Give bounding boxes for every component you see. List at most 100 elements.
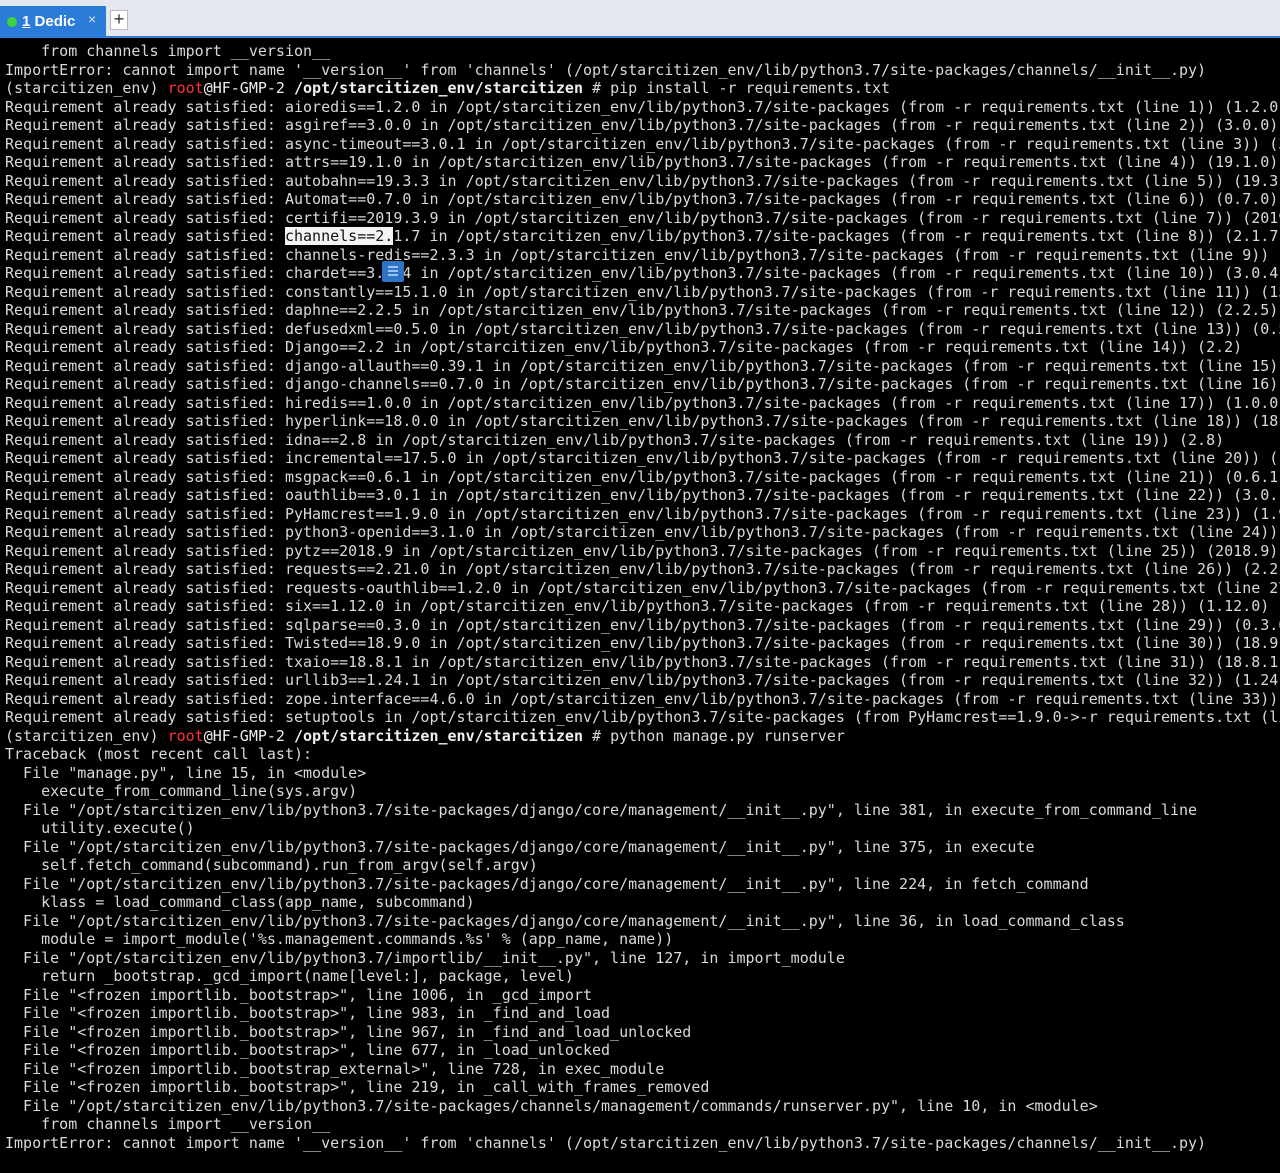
line-text: module = import_module('%s.management.co… [5, 930, 674, 948]
line-text: Requirement already satisfied: autobahn=… [5, 171, 1280, 190]
terminal-line: Requirement already satisfied: hiredis==… [5, 394, 1280, 413]
terminal-line: File "<frozen importlib._bootstrap>", li… [5, 1041, 1280, 1060]
prompt-env: (starcitizen_env) [5, 79, 159, 97]
terminal-line: Requirement already satisfied: autobahn=… [5, 172, 1280, 191]
terminal-line: Requirement already satisfied: Automat==… [5, 190, 1280, 209]
terminal-line: Requirement already satisfied: idna==2.8… [5, 431, 1280, 450]
terminal-line: File "<frozen importlib._bootstrap>", li… [5, 1023, 1280, 1042]
terminal-line: utility.execute() [5, 819, 1280, 838]
line-text: Requirement already satisfied: django-al… [5, 356, 1280, 375]
terminal-line: Requirement already satisfied: async-tim… [5, 135, 1280, 154]
line-text: Requirement already satisfied: defusedxm… [5, 319, 1280, 338]
line-text: File "manage.py", line 15, in <module> [5, 763, 367, 782]
line-text: Requirement already satisfied: django-ch… [5, 375, 1280, 393]
terminal-line: File "/opt/starcitizen_env/lib/python3.7… [5, 875, 1280, 894]
status-dot-icon [7, 17, 17, 27]
terminal-line: Requirement already satisfied: certifi==… [5, 209, 1280, 228]
line-text: from channels import __version__ [5, 42, 331, 60]
line-text: File "/opt/starcitizen_env/lib/python3.7… [5, 948, 845, 967]
line-text: Requirement already satisfied: attrs==19… [5, 153, 1279, 171]
terminal-line: Requirement already satisfied: PyHamcres… [5, 505, 1280, 524]
terminal-line: File "/opt/starcitizen_env/lib/python3.7… [5, 912, 1280, 931]
terminal-line: File "/opt/starcitizen_env/lib/python3.7… [5, 838, 1280, 857]
terminal-line: Requirement already satisfied: constantl… [5, 283, 1280, 302]
line-text: execute_from_command_line(sys.argv) [5, 782, 358, 800]
selected-text: channels==2. [284, 227, 394, 245]
line-text: Requirement already satisfied: oauthlib=… [5, 486, 1280, 504]
tab-bar: 1 Dedic × + [0, 0, 1280, 38]
line-text: 1.7 in /opt/starcitizen_env/lib/python3.… [393, 227, 1280, 245]
new-tab-button[interactable]: + [110, 10, 128, 30]
prompt-host: @HF-GMP-2 [203, 726, 285, 745]
terminal-line: File "<frozen importlib._bootstrap_exter… [5, 1060, 1280, 1079]
terminal-line: execute_from_command_line(sys.argv) [5, 782, 1280, 801]
terminal-lines: from channels import __version__ ImportEr… [5, 42, 1280, 1171]
line-text: Requirement already satisfied: txaio==18… [5, 652, 1280, 671]
line-text: Requirement already satisfied: aioredis=… [5, 97, 1280, 116]
terminal-line: Requirement already satisfied: daphne==2… [5, 301, 1280, 320]
line-text: Requirement already satisfied: python3-o… [5, 523, 1280, 541]
terminal-line: File "<frozen importlib._bootstrap>", li… [5, 1078, 1280, 1097]
terminal-line: Requirement already satisfied: setuptool… [5, 708, 1280, 727]
prompt-symbol: # [592, 79, 602, 97]
terminal-line: from channels import __version__ [5, 1115, 1280, 1134]
line-text: Requirement already satisfied: asgiref==… [5, 116, 1279, 134]
line-text: ImportError: cannot import name '__versi… [5, 1133, 1207, 1152]
line-text: Requirement already satisfied: pytz==201… [5, 541, 1279, 560]
terminal-line: Requirement already satisfied: aioredis=… [5, 98, 1280, 117]
line-text: File "/opt/starcitizen_env/lib/python3.7… [5, 1096, 1098, 1115]
line-text: return _bootstrap._gcd_import(name[level… [5, 967, 574, 985]
terminal-line: return _bootstrap._gcd_import(name[level… [5, 967, 1280, 986]
line-text: Requirement already satisfied: setuptool… [5, 708, 1280, 726]
line-text: Requirement already satisfied: increment… [5, 449, 1280, 467]
terminal-line: Requirement already satisfied: txaio==18… [5, 653, 1280, 672]
prompt-path: /opt/starcitizen_env/starcitizen [294, 726, 583, 745]
terminal-line: File "/opt/starcitizen_env/lib/python3.7… [5, 1097, 1280, 1116]
prompt-path: /opt/starcitizen_env/starcitizen [294, 79, 583, 97]
line-text: ImportError: cannot import name '__versi… [5, 60, 1207, 79]
line-text: Requirement already satisfied: six==1.12… [5, 597, 1270, 615]
selection-menu-icon[interactable] [382, 261, 404, 282]
terminal-line: Requirement already satisfied: increment… [5, 449, 1280, 468]
terminal-line: Requirement already satisfied: six==1.12… [5, 597, 1280, 616]
line-text: File "<frozen importlib._bootstrap>", li… [5, 1022, 692, 1041]
terminal-line: Requirement already satisfied: django-al… [5, 357, 1280, 376]
terminal-line: Requirement already satisfied: Django==2… [5, 338, 1280, 357]
terminal-line: Requirement already satisfied: attrs==19… [5, 153, 1280, 172]
terminal-line: from channels import __version__ [5, 42, 1280, 61]
terminal-line: Requirement already satisfied: channels=… [5, 227, 1280, 246]
line-text: Requirement already satisfied: msgpack==… [5, 467, 1280, 486]
tab-dedic[interactable]: 1 Dedic × [0, 6, 106, 38]
terminal-line: Requirement already satisfied: django-ch… [5, 375, 1280, 394]
line-text: Requirement already satisfied: certifi==… [5, 208, 1280, 227]
terminal-line: Requirement already satisfied: sqlparse=… [5, 616, 1280, 635]
terminal-line: File "<frozen importlib._bootstrap>", li… [5, 986, 1280, 1005]
terminal-line: (starcitizen_env) root@HF-GMP-2 /opt/sta… [5, 727, 1280, 746]
line-text: Requirement already satisfied: async-tim… [5, 134, 1280, 153]
terminal-line: (starcitizen_env) root@HF-GMP-2 /opt/sta… [5, 79, 1280, 98]
terminal-output[interactable]: from channels import __version__ ImportEr… [0, 38, 1280, 1173]
line-text: File "<frozen importlib._bootstrap>", li… [5, 985, 592, 1004]
terminal-line: Requirement already satisfied: channels-… [5, 246, 1280, 265]
line-text: from channels import __version__ [5, 1115, 331, 1133]
line-text: Requirement already satisfied: daphne==2… [5, 301, 1279, 319]
line-text: Requirement already satisfied: idna==2.8… [5, 430, 1225, 449]
terminal-line: Requirement already satisfied: pytz==201… [5, 542, 1280, 561]
line-text: File "<frozen importlib._bootstrap_exter… [5, 1059, 665, 1078]
prompt-symbol: # [592, 726, 602, 745]
line-text: Requirement already satisfied: constantl… [5, 282, 1280, 301]
prompt-user: root [167, 79, 204, 97]
close-icon[interactable]: × [88, 11, 96, 27]
line-text: File "/opt/starcitizen_env/lib/python3.7… [5, 911, 1125, 930]
terminal-line: Requirement already satisfied: hyperlink… [5, 412, 1280, 431]
prompt-env: (starcitizen_env) [5, 726, 159, 745]
command-text: python manage.py runserver [610, 726, 845, 745]
line-text: Requirement already satisfied: Twisted==… [5, 634, 1280, 652]
terminal-line: Requirement already satisfied: Twisted==… [5, 634, 1280, 653]
terminal-line: ImportError: cannot import name '__versi… [5, 61, 1280, 80]
line-text: klass = load_command_class(app_name, sub… [5, 893, 475, 911]
terminal-line: Requirement already satisfied: oauthlib=… [5, 486, 1280, 505]
line-text: self.fetch_command(subcommand).run_from_… [5, 856, 538, 874]
terminal-line: Requirement already satisfied: requests-… [5, 579, 1280, 598]
